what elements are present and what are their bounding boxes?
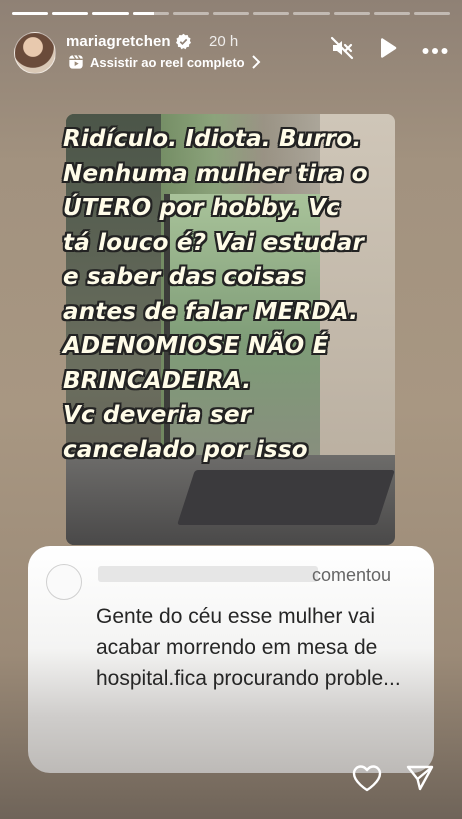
- story-text-overlay: Ridículo. Idiota. Burro. Nenhuma mulher …: [63, 126, 368, 463]
- send-icon[interactable]: [406, 764, 434, 797]
- more-options-icon[interactable]: [422, 42, 448, 60]
- watch-full-reel-label: Assistir ao reel completo: [90, 54, 245, 70]
- progress-segment: [373, 12, 410, 15]
- story-footer-actions: [352, 764, 434, 797]
- username[interactable]: mariagretchen: [66, 33, 171, 50]
- commenter-name-redacted: [98, 566, 318, 582]
- progress-segment-fill: [52, 12, 89, 15]
- progress-segment: [52, 12, 89, 15]
- progress-segment: [253, 12, 290, 15]
- watch-full-reel-link[interactable]: Assistir ao reel completo: [68, 54, 261, 70]
- progress-segment: [212, 12, 250, 15]
- progress-segment-fill: [92, 12, 129, 15]
- story-progress-bar: [12, 12, 451, 15]
- avatar[interactable]: [14, 32, 56, 74]
- progress-segment: [132, 12, 169, 15]
- reel-icon: [69, 54, 83, 69]
- story-header: mariagretchen 20 h Assistir ao reel comp…: [14, 30, 448, 74]
- progress-segment: [413, 12, 451, 15]
- comment-card[interactable]: comentou Gente do céu esse mulher vai ac…: [28, 546, 434, 773]
- verified-badge-icon: [175, 33, 192, 50]
- progress-segment: [172, 12, 209, 15]
- progress-segment-fill: [12, 12, 49, 15]
- mute-icon[interactable]: [330, 36, 354, 65]
- progress-segment: [333, 12, 370, 15]
- comment-action-label: comentou: [312, 565, 392, 585]
- comment-body: Gente do céu esse mulher vai acabar morr…: [96, 605, 401, 690]
- play-icon[interactable]: [378, 37, 398, 64]
- progress-segment: [12, 12, 49, 15]
- progress-segment: [293, 12, 330, 15]
- progress-segment: [92, 12, 129, 15]
- post-time: 20 h: [209, 33, 239, 50]
- heart-icon[interactable]: [352, 764, 382, 797]
- video-scene-mat: [177, 470, 395, 525]
- commenter-avatar: [46, 564, 82, 600]
- chevron-right-icon: [251, 55, 261, 69]
- progress-segment-fill: [132, 12, 155, 15]
